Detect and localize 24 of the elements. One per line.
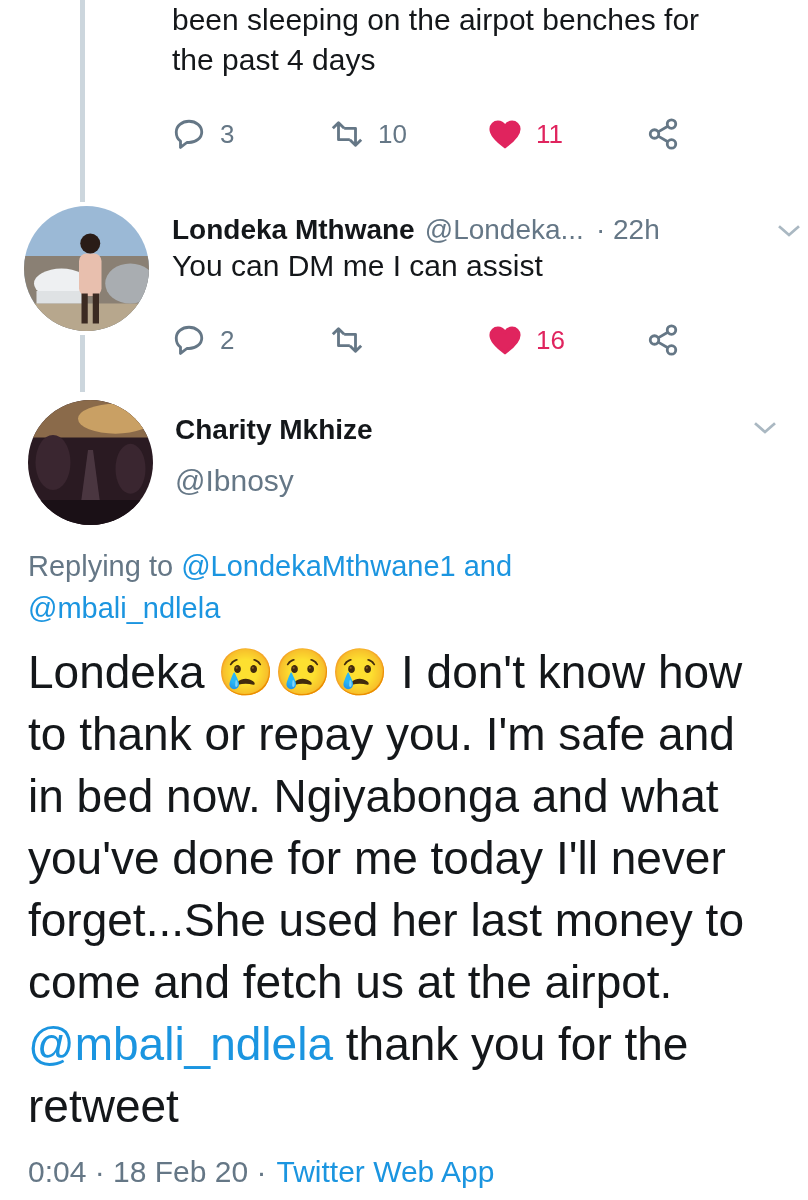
reply-icon[interactable] (172, 323, 206, 357)
source-link[interactable]: Twitter Web App (276, 1155, 495, 1189)
share-icon[interactable] (646, 117, 680, 151)
share-icon[interactable] (646, 323, 680, 357)
replying-to-text: Replying to @LondekaMthwane1 and @mbali_ndlela (28, 549, 514, 626)
user-name[interactable]: Londeka Mthwane (172, 214, 415, 246)
retweet-count: 10 (378, 118, 407, 150)
user-handle[interactable]: @Londeka... (424, 214, 584, 246)
tweet-text: the past 4 days (172, 42, 377, 78)
mention-link[interactable]: @LondekaMthwane1 and (181, 550, 513, 582)
user-name[interactable]: Charity Mkhize (175, 414, 373, 446)
tweet-text: been sleeping on the airpot benches for (172, 2, 701, 38)
mention-link[interactable]: @mbali_ndlela (28, 1018, 333, 1070)
reply-count: 3 (220, 118, 235, 150)
user-handle[interactable]: @Ibnosy (175, 464, 373, 498)
like-count: 11 (536, 118, 563, 150)
tweet-text: You can DM me I can assist (172, 248, 544, 284)
tweet-time: · 22h (595, 214, 660, 246)
reply-icon[interactable] (172, 117, 206, 151)
tweet-text: Londeka 😢😢😢 I don't know how to thank or repay you. I'm safe and in bed now. Ngiyabonga and what you've done for me today I'll never forget...She used her last money to come and fetch us at the airpot. @mbali_ndlela thank you for the retweet (28, 645, 745, 1134)
tweet-timestamp: 0:04 · 18 Feb 20 · (28, 1155, 267, 1189)
reply-count: 2 (220, 324, 235, 356)
like-count: 16 (536, 324, 565, 356)
mention-link[interactable]: @mbali_ndlela (28, 592, 221, 624)
